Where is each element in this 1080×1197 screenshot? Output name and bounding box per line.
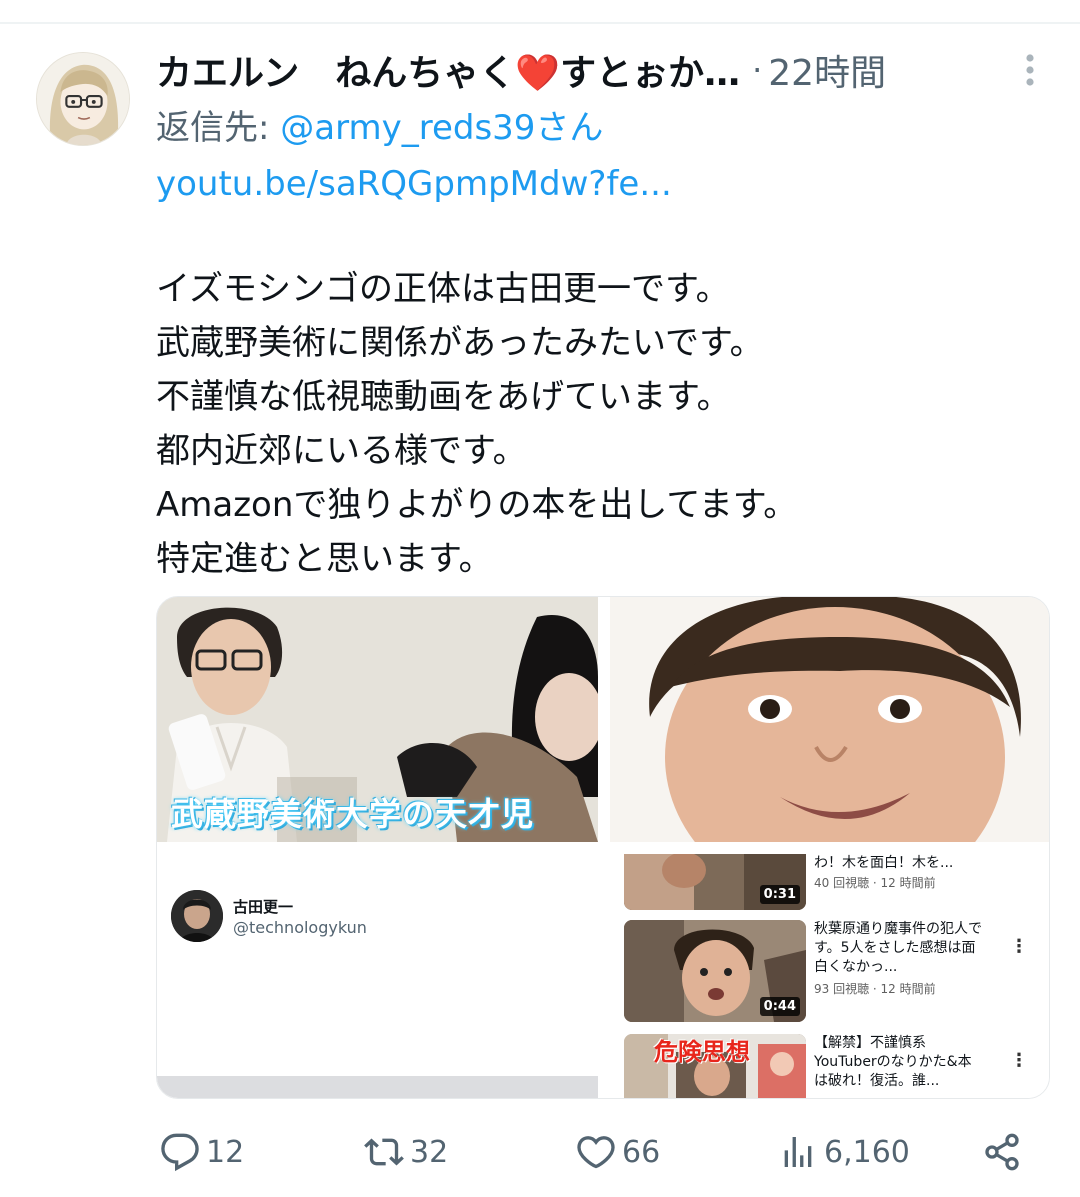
youtube-video-row-3[interactable]: 危険思想 【解禁】不謹慎系YouTuberのなりかた&本は破れ！復活。誰... … xyxy=(624,1034,1044,1098)
media-photo-1[interactable]: 武蔵野美術大学の天才児 xyxy=(157,597,598,842)
video-thumbnail-3-text: 危険思想 xyxy=(654,1038,750,1066)
tweet-line-3: 不謹慎な低視聴動画をあげています。 xyxy=(156,377,731,417)
profile-card-footer-bar xyxy=(157,1076,598,1098)
tweet-line-5: Amazonで独りよがりの本を出してます。 xyxy=(156,485,798,525)
media-profile-screenshot[interactable]: 古田更一 @technologykun xyxy=(157,854,598,1098)
tweet-timestamp[interactable]: 22時間 xyxy=(768,44,886,96)
author-display-name[interactable]: カエルン ねんちゃく❤️すとぉか… xyxy=(156,44,740,96)
more-vertical-icon[interactable] xyxy=(1012,52,1048,88)
header-separator: · xyxy=(752,51,763,89)
media-grid: 武蔵野美術大学の天才児 古田更一 @technologykun 0:31 わ！木… xyxy=(156,596,1050,1099)
video-title-2: 秋葉原通り魔事件の犯人です。5人をさした感想は面白くなかっ... xyxy=(814,921,982,975)
video-thumbnail-3: 危険思想 xyxy=(624,1034,806,1098)
photo-2-image xyxy=(610,597,1049,842)
avatar-illustration xyxy=(37,53,129,145)
retweet-count: 32 xyxy=(410,1134,449,1170)
video-more-icon-3[interactable]: ⋮ xyxy=(1010,1050,1028,1072)
share-button[interactable] xyxy=(982,1128,1022,1176)
reply-prefix: 返信先: xyxy=(156,108,281,148)
media-youtube-list-screenshot[interactable]: 0:31 わ！木を面白！木を... 40 回視聴 · 12 時間前 0:44 秋… xyxy=(610,854,1049,1098)
tweet-line-6: 特定進むと思います。 xyxy=(156,539,493,579)
top-divider xyxy=(0,22,1080,24)
youtube-video-row-2[interactable]: 0:44 秋葉原通り魔事件の犯人です。5人をさした感想は面白くなかっ... 93… xyxy=(624,920,1044,1024)
reply-button[interactable]: 12 xyxy=(160,1128,244,1176)
tweet-line-4: 都内近郊にいる様です。 xyxy=(156,431,527,471)
youtube-video-row-1[interactable]: 0:31 わ！木を面白！木を... 40 回視聴 · 12 時間前 xyxy=(624,854,1044,910)
tweet-text: イズモシンゴの正体は古田更一です。 武蔵野美術に関係があったみたいです。 不謹慎… xyxy=(156,262,1056,586)
views-button[interactable]: 6,160 xyxy=(778,1128,910,1176)
like-count: 66 xyxy=(622,1134,661,1170)
tweet-line-1: イズモシンゴの正体は古田更一です。 xyxy=(156,269,730,309)
video-duration-1: 0:31 xyxy=(759,885,800,904)
views-count: 6,160 xyxy=(824,1134,910,1170)
profile-card-avatar xyxy=(171,890,223,942)
author-avatar[interactable] xyxy=(36,52,130,146)
reply-handle-link[interactable]: @army_reds39さん xyxy=(280,108,603,148)
tweet-header: カエルン ねんちゃく❤️すとぉか… · 22時間 xyxy=(156,42,1036,98)
retweet-button[interactable]: 32 xyxy=(364,1128,448,1176)
reply-count: 12 xyxy=(206,1134,245,1170)
photo-1-caption: 武蔵野美術大学の天才児 xyxy=(171,795,535,833)
tweet-line-2: 武蔵野美術に関係があったみたいです。 xyxy=(156,323,764,363)
video-meta-1: 40 回視聴 · 12 時間前 xyxy=(814,876,936,890)
media-photo-2[interactable] xyxy=(610,597,1049,842)
share-icon xyxy=(982,1132,1022,1172)
video-thumbnail-1: 0:31 xyxy=(624,854,806,910)
retweet-icon xyxy=(364,1132,404,1172)
video-thumbnail-2: 0:44 xyxy=(624,920,806,1022)
video-meta-2: 93 回視聴 · 12 時間前 xyxy=(814,982,936,996)
heart-icon xyxy=(576,1132,616,1172)
profile-card-name: 古田更一 xyxy=(233,898,294,916)
video-title-1: わ！木を面白！木を... xyxy=(814,855,954,871)
reply-bubble-icon xyxy=(160,1132,200,1172)
video-more-icon-2[interactable]: ⋮ xyxy=(1010,936,1028,958)
youtube-link[interactable]: youtu.be/saRQGpmpMdw?fe... xyxy=(156,164,672,204)
views-bar-chart-icon xyxy=(778,1132,818,1172)
reply-context: 返信先: @army_reds39さん xyxy=(156,100,603,149)
video-title-3: 【解禁】不謹慎系YouTuberのなりかた&本は破れ！復活。誰... xyxy=(814,1035,972,1089)
like-button[interactable]: 66 xyxy=(576,1128,660,1176)
profile-card-handle: @technologykun xyxy=(233,918,367,937)
tweet-actions: 12 32 66 6,160 xyxy=(156,1128,1036,1176)
video-duration-2: 0:44 xyxy=(759,997,800,1016)
